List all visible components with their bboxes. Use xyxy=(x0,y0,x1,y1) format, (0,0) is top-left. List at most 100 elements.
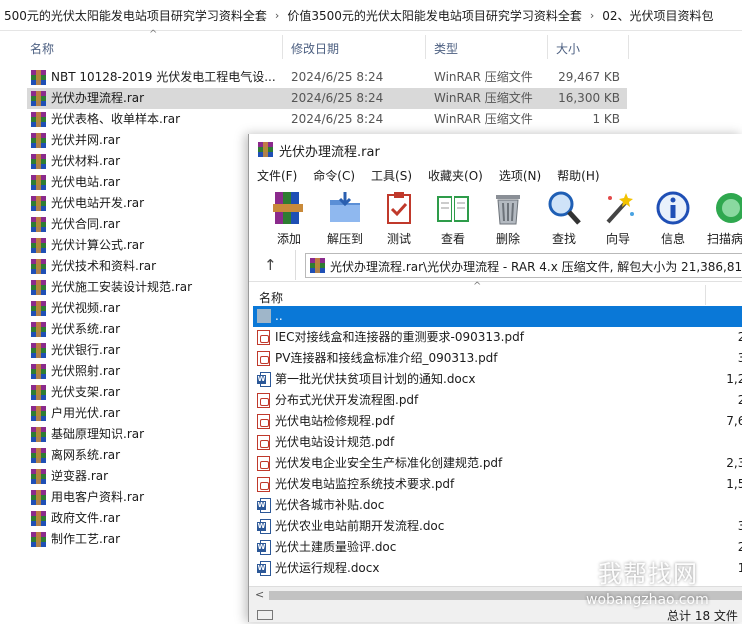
word-doc-icon xyxy=(257,561,271,576)
breadcrumb-item[interactable]: 500元的光伏太阳能发电站项目研究学习资料全套 xyxy=(0,7,271,24)
menu-item[interactable]: 命令(C) xyxy=(305,164,363,185)
file-name: 光伏银行.rar xyxy=(51,343,121,357)
file-type: WinRAR 压缩文件 xyxy=(434,91,533,105)
rar-archive-icon xyxy=(31,301,46,316)
archive-row[interactable]: PV连接器和接线盒标准介绍_090313.pdf 39 xyxy=(253,348,742,369)
column-divider[interactable] xyxy=(705,285,706,305)
column-name[interactable]: 名称 xyxy=(259,289,283,306)
pdf-file-icon xyxy=(257,435,270,450)
menu-item[interactable]: 收藏夹(O) xyxy=(420,164,491,185)
word-doc-icon xyxy=(257,372,271,387)
file-name: 离网系统.rar xyxy=(51,448,121,462)
wizard-icon xyxy=(600,190,636,226)
pdf-file-icon xyxy=(257,393,270,408)
archive-file-size: 1,54 xyxy=(726,477,742,491)
file-size: 29,467 KB xyxy=(558,70,620,84)
file-name: 光伏技术和资料.rar xyxy=(51,259,157,273)
pdf-file-icon xyxy=(257,330,270,345)
column-type[interactable]: 类型 xyxy=(434,40,458,57)
scan-virus-icon xyxy=(713,190,742,226)
file-name: 光伏计算公式.rar xyxy=(51,238,145,252)
file-row[interactable]: 光伏办理流程.rar 2024/6/25 8:24 WinRAR 压缩文件 16,30… xyxy=(27,88,627,109)
menu-item[interactable]: 选项(N) xyxy=(491,164,549,185)
winrar-title-bar[interactable]: 光伏办理流程.rar xyxy=(249,134,742,164)
archive-file-name: PV连接器和接线盒标准介绍_090313.pdf xyxy=(275,351,498,365)
archive-row[interactable]: 光伏农业电站前期开发流程.doc 32 xyxy=(253,516,742,537)
info-button[interactable]: 信息 xyxy=(647,190,699,248)
archive-file-size: 32 xyxy=(737,519,742,533)
archive-row[interactable]: .. xyxy=(253,306,742,327)
test-button[interactable]: 测试 xyxy=(373,190,425,248)
archive-row[interactable]: 光伏电站设计规范.pdf xyxy=(253,432,742,453)
archive-row[interactable]: IEC对接线盒和连接器的重测要求-090313.pdf 20 xyxy=(253,327,742,348)
wizard-button[interactable]: 向导 xyxy=(592,190,644,248)
archive-file-size: 28 xyxy=(737,393,742,407)
rar-archive-icon xyxy=(31,490,46,505)
explorer-column-header: ^ 名称 修改日期 类型 大小 xyxy=(0,29,742,61)
file-name: 光伏系统.rar xyxy=(51,322,121,336)
arrow-up-icon[interactable]: ↑ xyxy=(264,256,277,274)
file-name: 制作工艺.rar xyxy=(51,532,121,546)
path-bar: ↑ 光伏办理流程.rar\光伏办理流程 - RAR 4.x 压缩文件, 解包大小… xyxy=(249,250,742,280)
address-bar[interactable]: 500元的光伏太阳能发电站项目研究学习资料全套 › 价值3500元的光伏太阳能发… xyxy=(0,0,742,31)
watermark-text: 我帮找网 xyxy=(598,560,698,588)
extract-to-button[interactable]: 解压到 xyxy=(319,190,371,248)
archive-row[interactable]: 分布式光伏开发流程图.pdf 28 xyxy=(253,390,742,411)
pdf-file-icon xyxy=(257,477,270,492)
delete-button[interactable]: 删除 xyxy=(482,190,534,248)
archive-row[interactable]: 第一批光伏扶贫项目计划的通知.docx 1,24 xyxy=(253,369,742,390)
column-name[interactable]: 名称 xyxy=(30,40,54,57)
rar-archive-icon xyxy=(31,364,46,379)
pdf-file-icon xyxy=(257,456,270,471)
archive-file-name: 光伏农业电站前期开发流程.doc xyxy=(275,519,445,533)
file-name: 光伏办理流程.rar xyxy=(51,91,145,105)
window-title: 光伏办理流程.rar xyxy=(279,145,380,160)
menu-item[interactable]: 工具(S) xyxy=(363,164,420,185)
archive-row[interactable]: 光伏各城市补贴.doc xyxy=(253,495,742,516)
archive-row[interactable]: 光伏发电站监控系统技术要求.pdf 1,54 xyxy=(253,474,742,495)
archive-file-list: .. IEC对接线盒和连接器的重测要求-090313.pdf 20 PV连接器和接线盒… xyxy=(253,306,742,579)
pdf-file-icon xyxy=(257,351,270,366)
add-button[interactable]: 添加 xyxy=(263,190,315,248)
file-name: 光伏支架.rar xyxy=(51,385,121,399)
path-field[interactable]: 光伏办理流程.rar\光伏办理流程 - RAR 4.x 压缩文件, 解包大小为 … xyxy=(305,253,742,278)
archive-file-size: 20 xyxy=(737,330,742,344)
column-divider[interactable] xyxy=(425,35,426,59)
archive-file-name: IEC对接线盒和连接器的重测要求-090313.pdf xyxy=(275,330,524,344)
file-date: 2024/6/25 8:24 xyxy=(291,91,384,105)
rar-archive-icon xyxy=(31,385,46,400)
rar-archive-icon xyxy=(31,427,46,442)
archive-row[interactable]: 光伏发电企业安全生产标准化创建规范.pdf 2,32 xyxy=(253,453,742,474)
word-doc-icon xyxy=(257,498,271,513)
file-row[interactable]: NBT 10128-2019 光伏发电工程电气设... 2024/6/25 8:2… xyxy=(27,67,627,88)
extract-to-icon xyxy=(327,190,363,226)
scroll-left-icon[interactable]: < xyxy=(255,588,264,601)
archive-file-size: 1,24 xyxy=(726,372,742,386)
menu-item[interactable]: 文件(F) xyxy=(249,164,305,185)
menu-item[interactable]: 帮助(H) xyxy=(549,164,607,185)
breadcrumb-item[interactable]: 02、光伏项目资料包 xyxy=(598,7,717,24)
column-divider[interactable] xyxy=(547,35,548,59)
watermark: 我帮找网 wobangzhao.com xyxy=(560,548,742,618)
file-name: NBT 10128-2019 光伏发电工程电气设... xyxy=(51,70,276,84)
rar-archive-icon xyxy=(31,406,46,421)
view-button[interactable]: 查看 xyxy=(427,190,479,248)
info-icon xyxy=(655,190,691,226)
column-divider[interactable] xyxy=(282,35,283,59)
column-size[interactable]: 大小 xyxy=(556,40,580,57)
rar-archive-icon xyxy=(31,154,46,169)
scan-virus-button[interactable]: 扫描病 xyxy=(705,190,742,248)
breadcrumb-separator: › xyxy=(274,8,280,22)
file-date: 2024/6/25 8:24 xyxy=(291,112,384,126)
column-divider[interactable] xyxy=(628,35,629,59)
file-name: 用电客户资料.rar xyxy=(51,490,145,504)
file-name: 光伏照射.rar xyxy=(51,364,121,378)
breadcrumb-item[interactable]: 价值3500元的光伏太阳能发电站项目研究学习资料全套 xyxy=(283,7,586,24)
rar-archive-icon xyxy=(31,343,46,358)
find-button[interactable]: 查找 xyxy=(538,190,590,248)
rar-archive-icon xyxy=(31,91,46,106)
archive-row[interactable]: 光伏电站检修规程.pdf 7,62 xyxy=(253,411,742,432)
rar-archive-icon xyxy=(31,217,46,232)
file-row[interactable]: 光伏表格、收单样本.rar 2024/6/25 8:24 WinRAR 压缩文件 1 … xyxy=(27,109,627,130)
column-date[interactable]: 修改日期 xyxy=(291,40,339,57)
